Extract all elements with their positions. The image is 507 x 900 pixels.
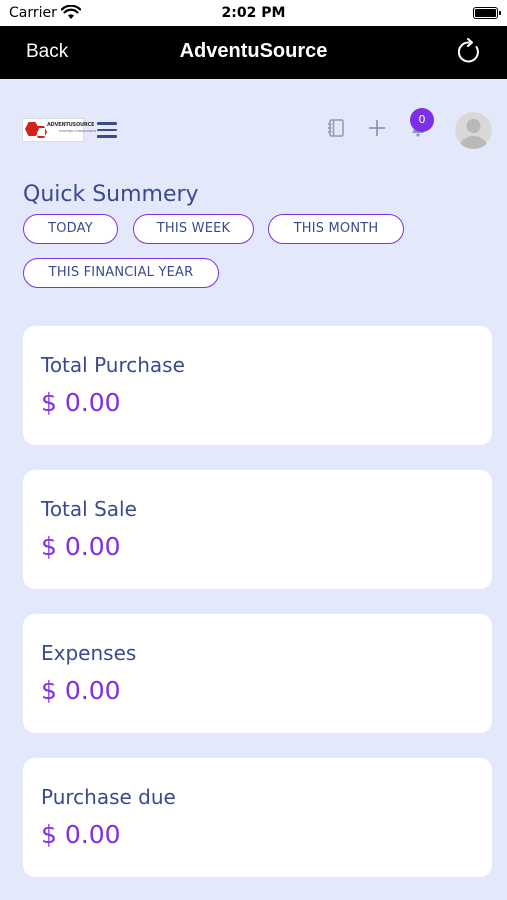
card-value: $ 0.00 bbox=[41, 820, 121, 849]
battery-icon bbox=[473, 7, 501, 19]
logo-text: ADVENTUSOURCE bbox=[47, 122, 95, 128]
filter-today-chip[interactable]: TODAY bbox=[23, 214, 118, 244]
filter-this-week-chip[interactable]: THIS WEEK bbox=[133, 214, 254, 244]
total-sale-card[interactable]: Total Sale $ 0.00 bbox=[23, 470, 492, 589]
logo-subtext: STAFFING CONSULTANTS bbox=[59, 129, 97, 133]
card-label: Total Sale bbox=[41, 497, 137, 521]
refresh-icon[interactable] bbox=[455, 38, 483, 66]
user-avatar-icon bbox=[455, 112, 492, 149]
filter-this-month-chip[interactable]: THIS MONTH bbox=[268, 214, 404, 244]
total-purchase-card[interactable]: Total Purchase $ 0.00 bbox=[23, 326, 492, 445]
navigation-bar: Back AdventuSource bbox=[0, 26, 507, 79]
notification-count-badge[interactable]: 0 bbox=[410, 108, 434, 132]
card-value: $ 0.00 bbox=[41, 388, 121, 417]
purchase-due-card[interactable]: Purchase due $ 0.00 bbox=[23, 758, 492, 877]
company-logo: ADVENTUSOURCE STAFFING CONSULTANTS bbox=[22, 118, 96, 142]
add-icon[interactable] bbox=[367, 118, 387, 138]
filter-this-financial-year-chip[interactable]: THIS FINANCIAL YEAR bbox=[23, 258, 219, 288]
card-label: Total Purchase bbox=[41, 353, 185, 377]
quick-summary-title: Quick Summery bbox=[23, 182, 199, 207]
expenses-card[interactable]: Expenses $ 0.00 bbox=[23, 614, 492, 733]
nav-title: AdventuSource bbox=[179, 40, 328, 62]
hamburger-menu-icon[interactable] bbox=[97, 122, 117, 138]
user-avatar[interactable] bbox=[455, 112, 492, 149]
card-label: Expenses bbox=[41, 641, 137, 665]
card-value: $ 0.00 bbox=[41, 532, 121, 561]
notebook-icon[interactable] bbox=[326, 118, 346, 138]
card-value: $ 0.00 bbox=[41, 676, 121, 705]
card-label: Purchase due bbox=[41, 785, 176, 809]
status-bar: Carrier 2:02 PM bbox=[0, 0, 507, 26]
status-time: 2:02 PM bbox=[221, 5, 286, 21]
